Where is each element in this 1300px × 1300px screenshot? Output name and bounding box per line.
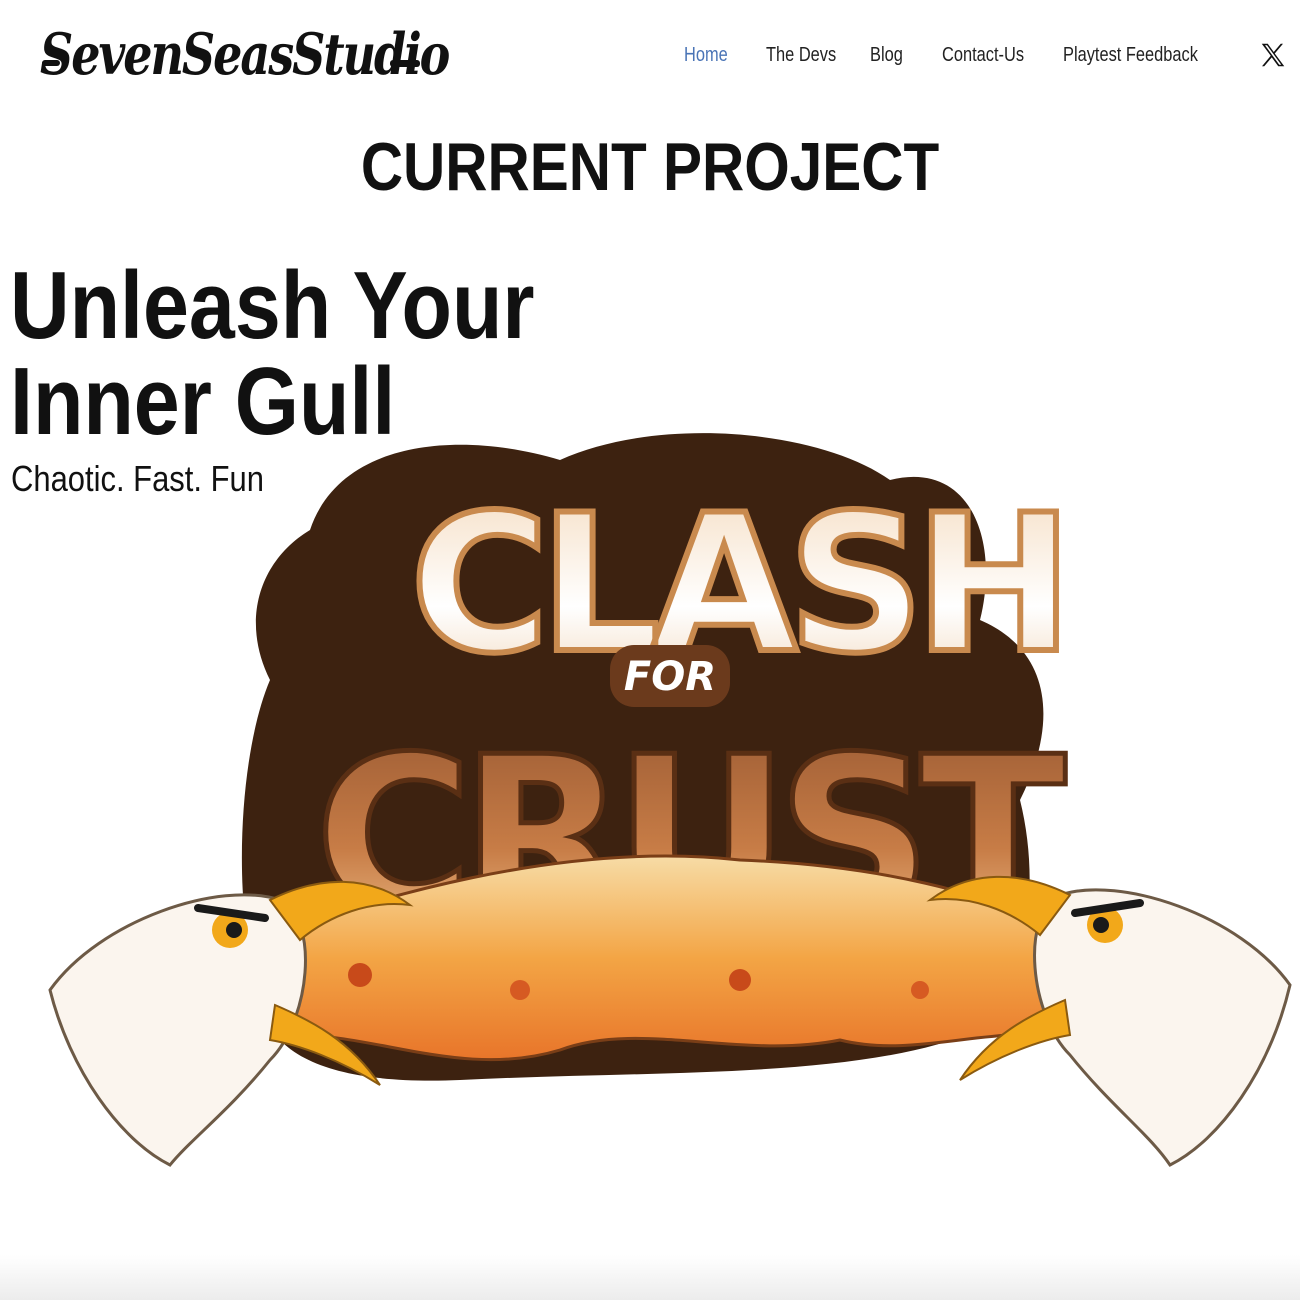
nav-item-contact-us[interactable]: Contact-Us (942, 44, 1041, 67)
nav-item-the-devs[interactable]: The Devs (766, 44, 851, 67)
pizza-topping (510, 980, 530, 1000)
pizza-topping (729, 969, 751, 991)
studio-logo[interactable]: SevenSeasStudio (40, 12, 450, 102)
logo-flourish-right (390, 60, 420, 67)
site-header: SevenSeasStudio Home The Devs Blog Conta… (0, 0, 1300, 110)
nav-item-home[interactable]: Home (684, 44, 751, 67)
clash-word: CLASH (407, 471, 1076, 698)
x-logo-icon[interactable] (1258, 40, 1288, 70)
clash-for-crust-logo: CLASH FOR CRUST (48, 433, 1292, 1167)
nav-item-playtest-feedback[interactable]: Playtest Feedback (1063, 44, 1202, 67)
main-nav: Home The Devs Blog Contact-Us Playtest F… (684, 40, 1233, 70)
for-text: FOR (624, 654, 716, 700)
studio-logo-text: SevenSeasStudio (40, 20, 450, 88)
hero-title-line1: Unleash Your (10, 252, 535, 359)
pizza-topping (911, 981, 929, 999)
pizza-topping (348, 963, 372, 987)
section-title: CURRENT PROJECT (360, 129, 940, 205)
section-divider (0, 1255, 1300, 1300)
nav-item-blog[interactable]: Blog (870, 44, 929, 67)
clash-text: CLASH (410, 474, 1063, 695)
